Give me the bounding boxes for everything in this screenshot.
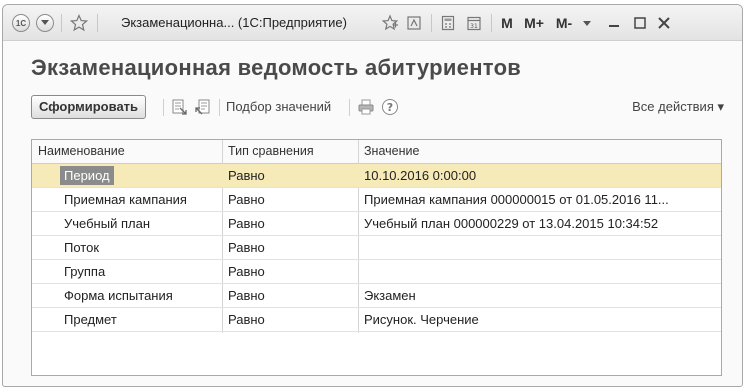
save-settings-icon[interactable] <box>169 97 189 117</box>
row-value[interactable]: 10.10.2016 0:00:00 <box>358 164 721 187</box>
row-name: Поток <box>64 240 100 255</box>
row-value[interactable] <box>358 236 721 259</box>
row-name: Группа <box>64 264 106 279</box>
row-value[interactable] <box>358 260 721 283</box>
title-bar: 1С Экзаменационна... (1С:Предприятие) 31… <box>3 5 742 41</box>
row-comparison[interactable]: Равно <box>222 284 358 307</box>
row-name: Предмет <box>64 312 117 327</box>
table-row[interactable]: Предмет Равно Рисунок. Черчение <box>32 308 721 332</box>
table-row[interactable]: Форма испытания Равно Экзамен <box>32 284 721 308</box>
all-actions-menu[interactable]: Все действия ▾ <box>632 97 724 117</box>
add-favorite-icon[interactable] <box>379 5 401 41</box>
svg-text:31: 31 <box>470 23 478 30</box>
help-icon[interactable]: ? <box>380 97 400 117</box>
row-comparison[interactable]: Равно <box>222 212 358 235</box>
maximize-icon[interactable] <box>629 5 651 41</box>
row-name: Форма испытания <box>64 288 173 303</box>
favorite-star-icon[interactable] <box>67 5 91 41</box>
column-header-value[interactable]: Значение <box>358 140 721 163</box>
row-comparison[interactable]: Равно <box>222 188 358 211</box>
select-values-button[interactable]: Подбор значений <box>226 97 331 117</box>
table-row[interactable]: Группа Равно <box>32 260 721 284</box>
row-comparison[interactable]: Равно <box>222 260 358 283</box>
row-comparison[interactable]: Равно <box>222 236 358 259</box>
menu-arrow-icon[interactable] <box>35 5 55 41</box>
dropdown-icon[interactable] <box>578 5 596 41</box>
column-header-name[interactable]: Наименование <box>32 140 222 163</box>
calculator-icon[interactable] <box>437 5 459 41</box>
command-bar: Сформировать Подбор значений ? Все дейст… <box>3 93 742 123</box>
row-name: Приемная кампания <box>64 192 187 207</box>
settings-table: Наименование Тип сравнения Значение Пери… <box>31 139 722 376</box>
m-plus-button[interactable]: M+ <box>521 5 547 41</box>
load-settings-icon[interactable] <box>193 97 213 117</box>
row-value[interactable]: Учебный план 000000229 от 13.04.2015 10:… <box>358 212 721 235</box>
table-row[interactable]: Учебный план Равно Учебный план 00000022… <box>32 212 721 236</box>
m-button[interactable]: M <box>498 5 516 41</box>
row-comparison[interactable]: Равно <box>222 308 358 331</box>
print-icon[interactable] <box>356 97 376 117</box>
row-value[interactable]: Экзамен <box>358 284 721 307</box>
report-window: 1С Экзаменационна... (1С:Предприятие) 31… <box>2 4 743 387</box>
minimize-icon[interactable] <box>603 5 625 41</box>
row-value[interactable]: Рисунок. Черчение <box>358 308 721 331</box>
window-title: Экзаменационна... (1С:Предприятие) <box>121 15 347 30</box>
m-minus-button[interactable]: M- <box>552 5 576 41</box>
generate-button[interactable]: Сформировать <box>31 95 147 119</box>
row-name: Период <box>60 166 114 185</box>
app-logo-icon[interactable]: 1С <box>11 5 31 41</box>
calendar-icon[interactable]: 31 <box>463 5 485 41</box>
row-comparison[interactable]: Равно <box>222 164 358 187</box>
svg-text:?: ? <box>387 101 393 114</box>
row-value[interactable]: Приемная кампания 000000015 от 01.05.201… <box>358 188 721 211</box>
page-title: Экзаменационная ведомость абитуриентов <box>31 55 522 80</box>
row-name: Учебный план <box>64 216 150 231</box>
close-icon[interactable] <box>653 5 675 41</box>
table-row[interactable]: Период Равно 10.10.2016 0:00:00 <box>32 164 721 188</box>
history-icon[interactable] <box>403 5 425 41</box>
column-header-comparison[interactable]: Тип сравнения <box>222 140 358 163</box>
table-header: Наименование Тип сравнения Значение <box>32 140 721 164</box>
table-row[interactable]: Приемная кампания Равно Приемная кампани… <box>32 188 721 212</box>
table-row[interactable]: Поток Равно <box>32 236 721 260</box>
